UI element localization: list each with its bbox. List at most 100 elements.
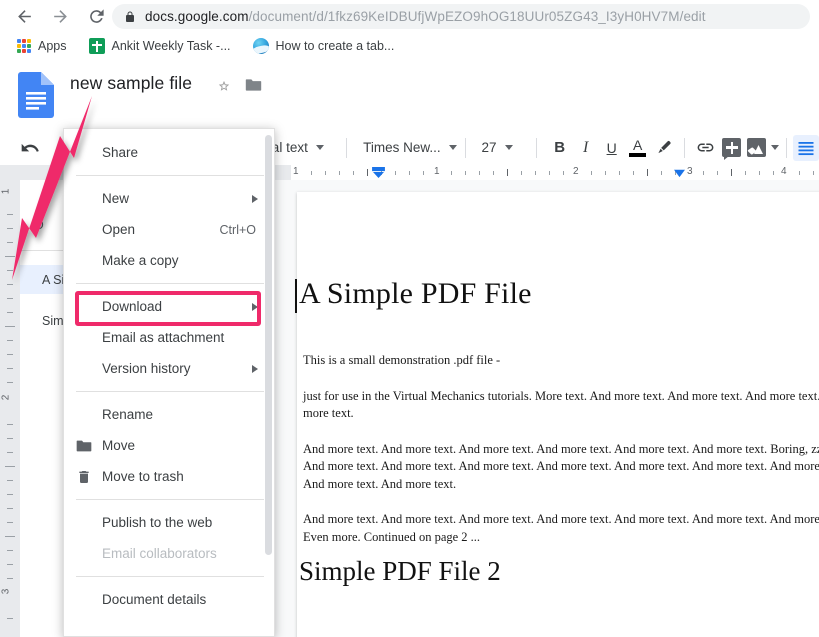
file-menu-item-version-history[interactable]: Version history (64, 353, 274, 384)
insert-link-button[interactable] (691, 135, 719, 161)
add-comment-button[interactable] (719, 135, 745, 161)
highlight-button[interactable] (651, 135, 679, 161)
file-menu-item-publish-to-the-web[interactable]: Publish to the web (64, 507, 274, 538)
text-color-button[interactable]: A (625, 135, 651, 161)
text-cursor (295, 279, 297, 313)
toolbar-divider (684, 137, 686, 158)
forward-button[interactable] (45, 1, 75, 31)
menu-item-label: New (102, 191, 130, 206)
google-keep-icon (88, 38, 105, 54)
reload-button[interactable] (81, 1, 111, 31)
chevron-down-icon (770, 145, 779, 150)
chevron-down-icon (448, 145, 457, 150)
browser-toolbar: docs.google.com/document/d/1fkz69KeIDBUf… (0, 0, 819, 32)
insert-image-button[interactable] (745, 135, 780, 161)
toolbar-divider (346, 137, 348, 158)
file-menu-item-move-to-trash[interactable]: Move to trash (64, 461, 274, 492)
document-page[interactable]: A Simple PDF File This is a small demons… (295, 192, 819, 637)
folder-icon (76, 440, 92, 451)
file-menu-item-new[interactable]: New (64, 183, 274, 214)
url-text: docs.google.com/document/d/1fkz69KeIDBUf… (145, 9, 706, 24)
right-indent-marker-icon[interactable] (673, 167, 686, 178)
ruler-number: 2 (573, 166, 579, 177)
file-menu-item-email-as-attachment[interactable]: Email as attachment (64, 322, 274, 353)
document-title[interactable]: new sample file (70, 73, 192, 94)
menu-item-shortcut: Ctrl+O (219, 222, 256, 237)
document-paragraph-4[interactable]: And more text. And more text. And more t… (303, 511, 819, 546)
browser-window: docs.google.com/document/d/1fkz69KeIDBUf… (0, 0, 819, 637)
menu-item-label: Rename (102, 407, 154, 422)
left-indent-marker-icon[interactable] (372, 167, 385, 178)
document-heading-2[interactable]: Simple PDF File 2 (299, 556, 819, 587)
menu-item-label: Email collaborators (102, 546, 217, 561)
menu-scrollbar[interactable] (265, 135, 272, 555)
menu-item-label: Share (102, 145, 139, 160)
bookmark-label: Ankit Weekly Task -... (111, 39, 231, 53)
file-menu-item-document-details[interactable]: Document details (64, 584, 274, 615)
internet-explorer-icon (252, 38, 269, 54)
menu-separator (76, 391, 264, 392)
submenu-arrow-icon (252, 302, 258, 311)
address-bar[interactable]: docs.google.com/document/d/1fkz69KeIDBUf… (112, 4, 810, 29)
text-color-swatch (629, 153, 647, 157)
document-canvas[interactable]: A Simple PDF File This is a small demons… (187, 180, 819, 637)
document-heading-1[interactable]: A Simple PDF File (295, 277, 819, 313)
font-size-select[interactable]: 27 (472, 135, 530, 161)
insert-image-icon (746, 138, 766, 157)
menu-item-label: Move to trash (102, 469, 184, 484)
submenu-arrow-icon (252, 364, 258, 373)
toolbar-divider (786, 137, 787, 158)
text-color-label: A (632, 137, 643, 153)
underline-button[interactable]: U (599, 135, 625, 161)
file-menu-dropdown[interactable]: Share New Open Ctrl+O Make a copy Downlo… (63, 128, 275, 637)
bold-button[interactable]: B (547, 135, 573, 161)
font-family-value: Times New... (363, 140, 441, 155)
ruler-number: 2 (0, 394, 12, 401)
toolbar-divider (464, 137, 466, 158)
menu-separator (76, 283, 264, 284)
undo-button[interactable] (17, 135, 45, 161)
bookmark-label: Apps (38, 39, 67, 53)
forward-arrow-icon (53, 9, 67, 23)
document-paragraph-2[interactable]: just for use in the Virtual Mechanics tu… (303, 388, 819, 423)
document-paragraph-3[interactable]: And more text. And more text. And more t… (303, 441, 819, 494)
file-menu-item-move[interactable]: Move (64, 430, 274, 461)
chevron-down-icon (504, 145, 513, 150)
chevron-down-icon (315, 145, 324, 150)
submenu-arrow-icon (252, 194, 258, 203)
apps-grid-icon (17, 39, 31, 53)
document-paragraph-1[interactable]: This is a small demonstration .pdf file … (303, 352, 819, 370)
italic-button[interactable]: I (573, 135, 599, 161)
file-menu-item-open[interactable]: Open Ctrl+O (64, 214, 274, 245)
menu-separator (76, 175, 264, 176)
ruler-number: 1 (0, 188, 12, 195)
bookmark-how-to-create-a-tab[interactable]: How to create a tab... (246, 35, 402, 57)
link-icon (697, 143, 714, 152)
font-family-select[interactable]: Times New... (353, 135, 459, 161)
vertical-ruler[interactable]: 1 2 3 (0, 180, 20, 637)
menu-item-label: Make a copy (102, 253, 179, 268)
ruler-number: 3 (0, 588, 12, 595)
menu-item-label: Publish to the web (102, 515, 213, 530)
add-comment-icon (722, 138, 742, 160)
align-button[interactable] (792, 134, 819, 161)
toolbar-divider (535, 137, 537, 158)
google-docs-icon[interactable] (18, 72, 54, 118)
back-button[interactable] (9, 1, 39, 31)
star-outline-icon[interactable] (216, 78, 232, 94)
file-menu-item-rename[interactable]: Rename (64, 399, 274, 430)
bookmark-apps[interactable]: Apps (10, 35, 74, 57)
url-path: /document/d/1fkz69KeIDBUfjWpEZO9hOG18UUr… (248, 9, 706, 24)
menu-item-label: Move (102, 438, 136, 453)
docs-header: new sample file File Edit View Insert Fo… (0, 60, 819, 182)
file-menu-item-make-a-copy[interactable]: Make a copy (64, 245, 274, 276)
bookmark-ankit-weekly-task[interactable]: Ankit Weekly Task -... (82, 35, 238, 57)
menu-item-label: Open (102, 222, 136, 237)
file-menu-item-share[interactable]: Share (64, 137, 274, 168)
folder-icon[interactable] (245, 78, 262, 92)
file-menu-item-download[interactable]: Download (64, 291, 274, 322)
ruler-number: 1 (434, 166, 440, 177)
menu-separator (76, 499, 264, 500)
ruler-number: 3 (687, 166, 693, 177)
ruler-number: 4 (781, 166, 787, 177)
